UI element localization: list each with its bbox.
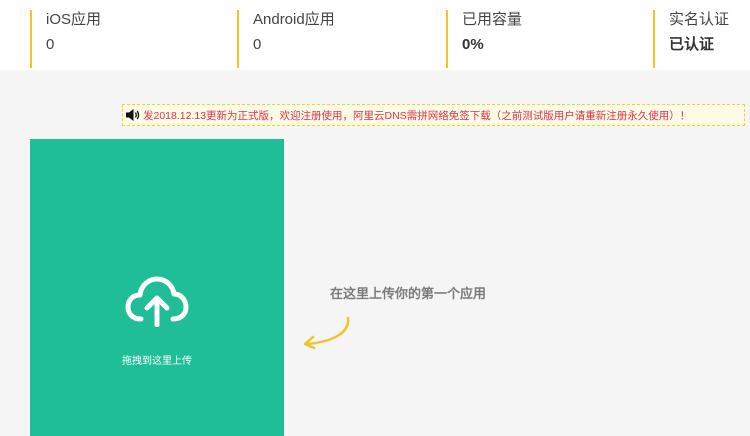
stats-bar: iOS应用 0 Android应用 0 已用容量 0% 实名认证 已认证 [0, 0, 750, 70]
upload-dropzone[interactable]: 拖拽到这里上传 [30, 139, 284, 436]
upload-hint: 在这里上传你的第一个应用 [330, 286, 487, 301]
stat-ios-apps: iOS应用 0 [30, 10, 101, 68]
stat-label: 实名认证 [669, 11, 730, 28]
upload-label: 拖拽到这里上传 [122, 356, 192, 367]
stat-value: 0% [462, 36, 484, 53]
stat-label: iOS应用 [46, 11, 102, 28]
speaker-icon [126, 109, 140, 121]
stat-value: 0 [46, 36, 55, 53]
notice-banner: 发2018.12.13更新为正式版，欢迎注册使用，阿里云DNS需拼网络免签下载（… [122, 104, 745, 126]
stat-value: 已认证 [669, 36, 715, 53]
stat-label: Android应用 [253, 11, 335, 28]
stat-label: 已用容量 [462, 11, 523, 28]
notice-text: 发2018.12.13更新为正式版，欢迎注册使用，阿里云DNS需拼网络免签下载（… [143, 109, 691, 122]
stat-used-capacity: 已用容量 0% [446, 10, 522, 68]
cloud-upload-icon [125, 276, 189, 327]
curved-arrow-icon [303, 316, 350, 350]
stat-value: 0 [253, 36, 262, 53]
stat-real-name-auth: 实名认证 已认证 [653, 10, 729, 68]
stat-android-apps: Android应用 0 [237, 10, 335, 68]
